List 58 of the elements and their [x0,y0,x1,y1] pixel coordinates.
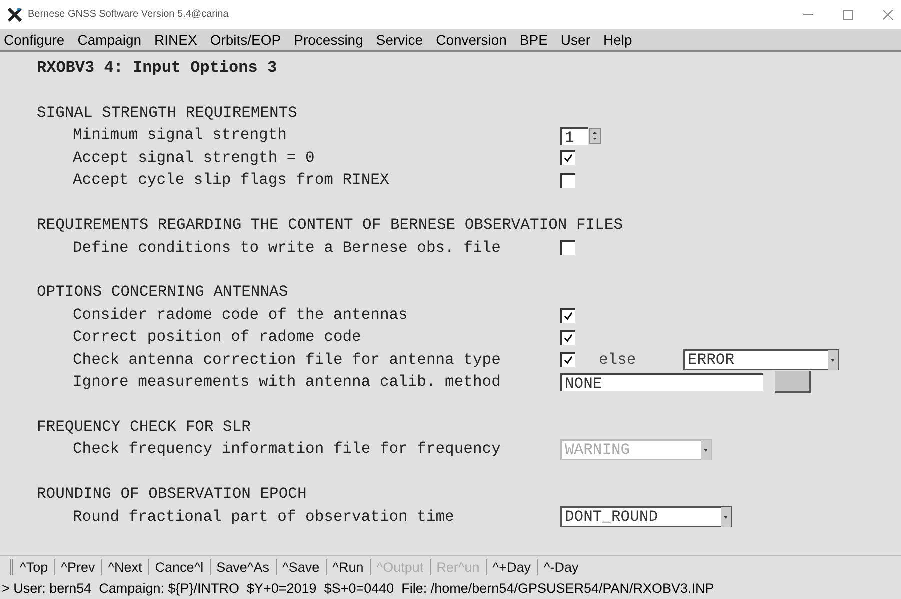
menu-item[interactable]: RINEX [154,32,198,48]
option-label: Consider radome code of the antennas [72,304,409,326]
menu-item[interactable]: Campaign [78,32,142,48]
option-label: Accept signal strength = 0 [72,148,316,169]
menu-item[interactable]: Configure [4,32,65,48]
checkbox[interactable] [560,352,575,368]
option-label: Define conditions to write a Bernese obs. file [72,238,502,258]
toolbar-button[interactable]: Save^As [210,560,276,574]
option-label: Ignore measurements with antenna calib. method [72,372,502,394]
toolbar-button[interactable]: ^Save [276,560,326,574]
menu-item[interactable]: User [560,32,590,48]
option-label: Check frequency information file for frequency [72,439,502,460]
checkbox[interactable] [560,172,575,188]
toolbar-button[interactable]: ^-Day [538,560,585,574]
app-logo-icon [8,8,22,22]
toolbar-button[interactable]: ^+Day [486,560,537,574]
menu-item[interactable]: BPE [520,32,548,48]
window-title: Bernese GNSS Software Version 5.4@carina [28,9,229,20]
status-text: > User: bern54 Campaign: ${P}/INTRO $Y+0=2019 $S+0=0440 File: /home/bern54/GPSUSER54/PAN/RXOBV3.INP [1,580,716,598]
maximize-icon[interactable] [843,10,853,20]
close-icon[interactable] [883,10,893,20]
grip-icon [10,559,14,575]
option-label: Check antenna correction file for antenna type [72,350,502,371]
spinner-arrows-icon[interactable] [589,128,601,144]
browse-button[interactable] [775,371,811,394]
spinner-field[interactable]: 1 [560,126,588,145]
menu-item[interactable]: Conversion [436,32,507,48]
toolbar-button[interactable]: ^Run [326,560,370,574]
section-heading: ROUNDING OF OBSERVATION EPOCH [37,484,308,506]
checkmark-icon [564,356,573,366]
text-field[interactable]: NONE [560,373,763,392]
toolbar-button[interactable]: ^Top [14,560,54,574]
option-label: Minimum signal strength [72,125,288,146]
dropdown[interactable]: DONT_ROUND [560,506,732,528]
section-heading: FREQUENCY CHECK FOR SLR [37,417,252,438]
menu-item[interactable]: Processing [294,32,364,48]
panel-title: RXOBV3 4: Input Options 3 [37,58,278,79]
toolbar-button[interactable]: ^Prev [55,560,102,574]
section-heading: SIGNAL STRENGTH REQUIREMENTS [37,102,298,124]
checkbox[interactable] [560,240,575,256]
section-heading: REQUIREMENTS REGARDING THE CONTENT OF BERNESE OBSERVATION FILES [37,215,624,236]
checkmark-icon [564,312,573,321]
menu-item[interactable]: Orbits/EOP [210,32,282,48]
checkmark-icon [564,334,573,343]
dropdown[interactable]: ERROR [683,349,839,370]
option-label: Round fractional part of observation time [72,506,456,528]
checkmark-icon [564,154,573,164]
section-heading: OPTIONS CONCERNING ANTENNAS [37,282,290,304]
toolbar-button[interactable]: Cance^l [149,560,210,574]
checkbox[interactable] [560,150,575,166]
option-label: Accept cycle slip flags from RINEX [72,170,390,192]
checkbox[interactable] [560,330,575,345]
option-label: Correct position of radome code [72,327,362,348]
menu-item[interactable]: Service [376,32,424,48]
checkbox[interactable] [560,308,575,323]
menu-item[interactable]: Help [603,32,632,48]
toolbar-button[interactable]: ^Next [102,560,148,574]
else-label: else [599,350,638,369]
